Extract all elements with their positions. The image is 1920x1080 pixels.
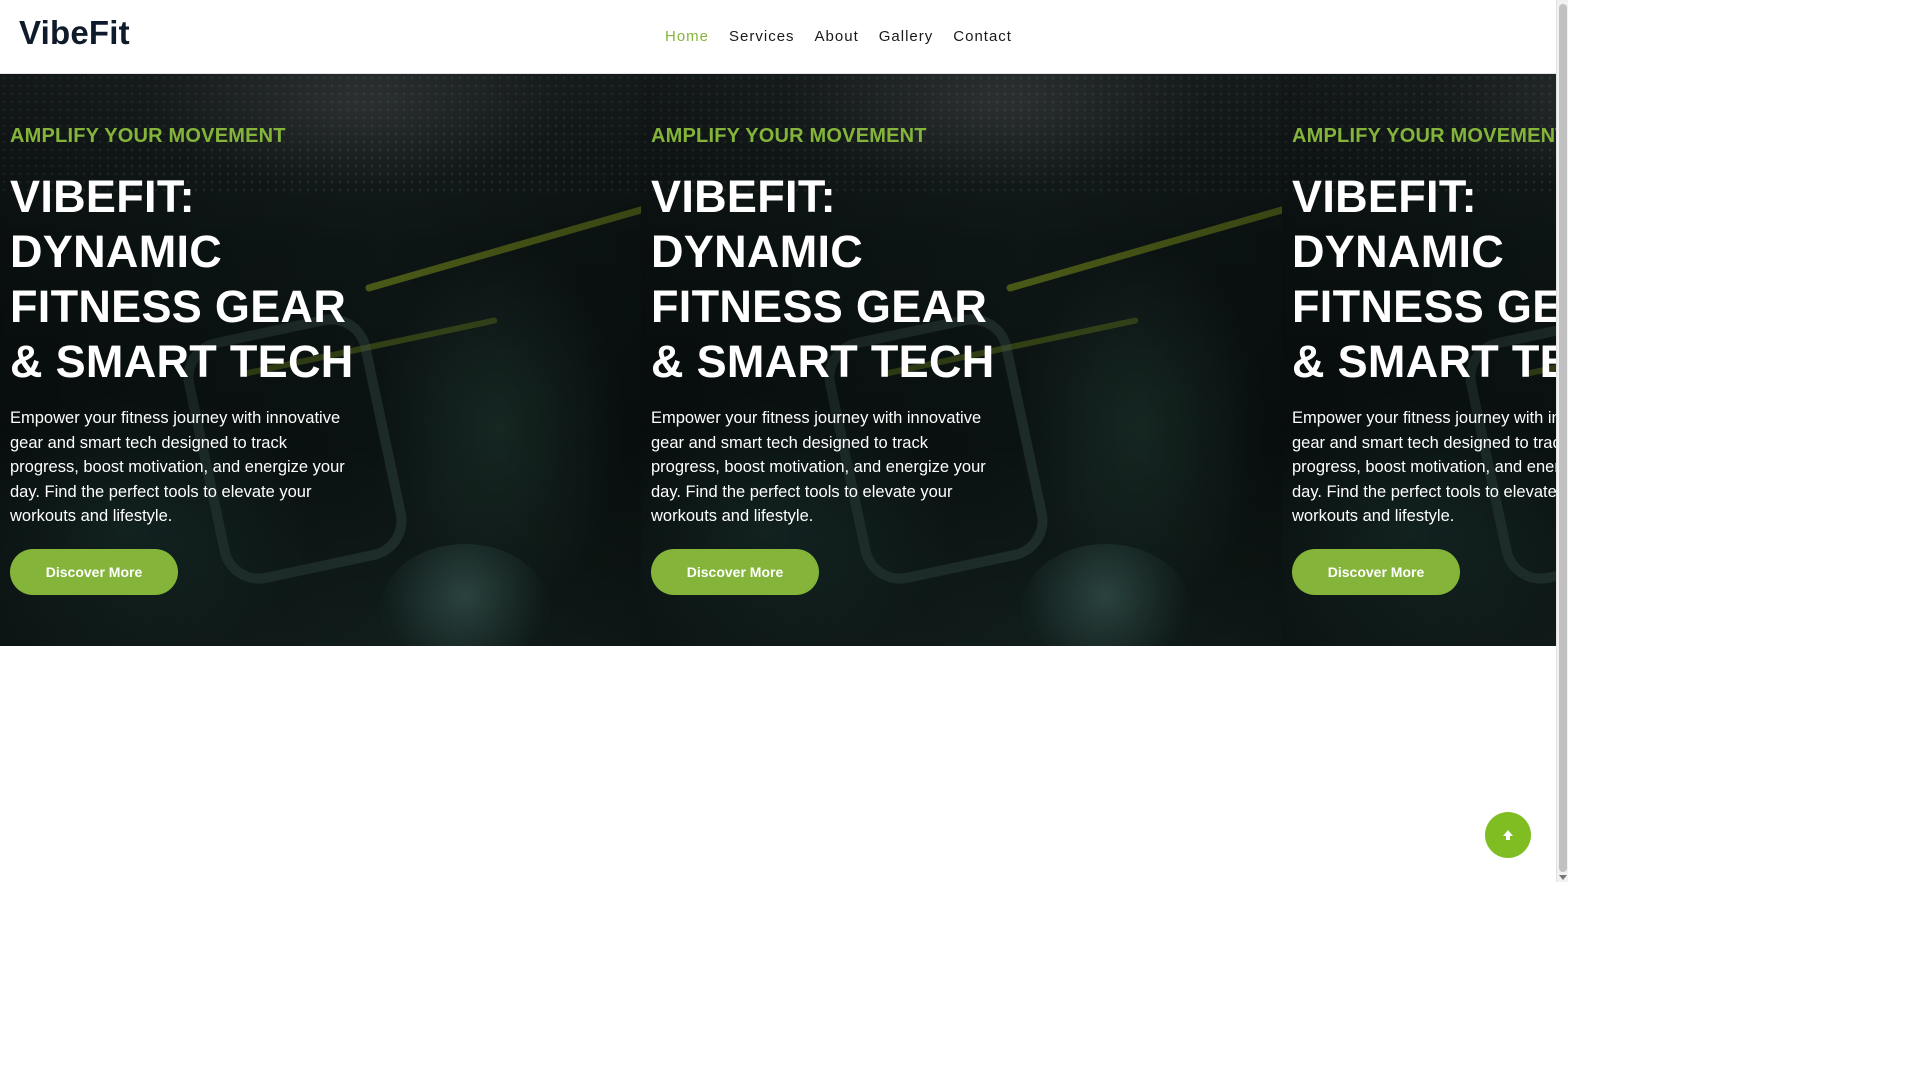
site-header: VibeFit Home Services About Gallery Cont… bbox=[0, 0, 1556, 74]
arrow-up-icon bbox=[1503, 830, 1513, 840]
main-nav: Home Services About Gallery Contact bbox=[655, 28, 1022, 46]
hero-kicker: AMPLIFY YOUR MOVEMENT bbox=[1292, 125, 1556, 147]
hero-slide: AMPLIFY YOUR MOVEMENT VIBEFIT: DYNAMIC F… bbox=[0, 74, 641, 646]
scroll-down-arrow-icon[interactable] bbox=[1559, 875, 1567, 880]
scrollbar-thumb[interactable] bbox=[1559, 4, 1567, 872]
hero-title: VIBEFIT: DYNAMIC FITNESS GEAR & SMART TE… bbox=[651, 171, 995, 387]
back-to-top-button[interactable] bbox=[1485, 812, 1531, 858]
discover-more-button[interactable]: Discover More bbox=[651, 549, 819, 595]
page: VibeFit Home Services About Gallery Cont… bbox=[0, 0, 1556, 882]
nav-item-contact[interactable]: Contact bbox=[943, 28, 1022, 46]
discover-more-button[interactable]: Discover More bbox=[1292, 549, 1460, 595]
hero-description: Empower your fitness journey with innova… bbox=[651, 409, 986, 525]
nav-item-services[interactable]: Services bbox=[719, 28, 805, 46]
hero-title: VIBEFIT: DYNAMIC FITNESS GEAR & SMART TE… bbox=[10, 171, 354, 387]
hero-kicker: AMPLIFY YOUR MOVEMENT bbox=[10, 125, 286, 147]
hero-title: VIBEFIT: DYNAMIC FITNESS GEAR & SMART TE… bbox=[1292, 171, 1556, 387]
brand-logo[interactable]: VibeFit bbox=[19, 14, 130, 52]
hero-carousel: AMPLIFY YOUR MOVEMENT VIBEFIT: DYNAMIC F… bbox=[0, 74, 1556, 646]
nav-item-about[interactable]: About bbox=[805, 28, 869, 46]
nav-item-home[interactable]: Home bbox=[655, 28, 719, 46]
hero-slide: AMPLIFY YOUR MOVEMENT VIBEFIT: DYNAMIC F… bbox=[1282, 74, 1556, 646]
hero-description: Empower your fitness journey with innova… bbox=[1292, 409, 1556, 525]
discover-more-button[interactable]: Discover More bbox=[10, 549, 178, 595]
hero-slide: AMPLIFY YOUR MOVEMENT VIBEFIT: DYNAMIC F… bbox=[641, 74, 1282, 646]
hero-description: Empower your fitness journey with innova… bbox=[10, 409, 345, 525]
nav-item-gallery[interactable]: Gallery bbox=[869, 28, 944, 46]
page-scrollbar[interactable] bbox=[1556, 0, 1568, 882]
hero-kicker: AMPLIFY YOUR MOVEMENT bbox=[651, 125, 927, 147]
